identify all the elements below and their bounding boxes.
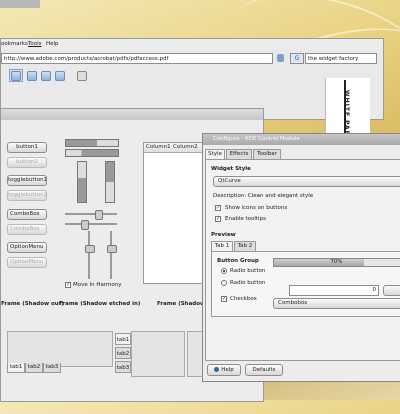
help-icon	[214, 367, 220, 372]
preview-tab-2[interactable]: Tab 2	[234, 241, 256, 251]
vslider-2-handle[interactable]	[107, 245, 117, 253]
vprogress-2	[105, 161, 115, 203]
preview-button[interactable]	[383, 285, 400, 296]
kde-window-title: Configure - KDE Control Module	[213, 136, 300, 142]
spin-box[interactable]: 0	[289, 285, 379, 296]
tab3-vertical[interactable]: tab3	[115, 361, 131, 373]
go-icon[interactable]	[277, 54, 284, 62]
taskbar-corner	[0, 0, 40, 8]
zoom-fit-icon[interactable]	[55, 71, 65, 81]
widget-style-combobox[interactable]: QtCurve	[213, 176, 400, 187]
tab-style[interactable]: Style	[205, 149, 225, 159]
preview-tab-1[interactable]: Tab 1	[211, 241, 233, 251]
kde-titlebar: Configure - KDE Control Module	[203, 134, 400, 145]
tree-view[interactable]: Column1 Column2	[143, 142, 209, 284]
zoom-in-icon[interactable]	[27, 71, 37, 81]
combobox-2[interactable]: ComboBox	[7, 224, 47, 235]
tab-toolbar[interactable]: Toolbar	[253, 149, 281, 159]
tab-widget-bottom	[7, 331, 113, 367]
tab-widget-right	[187, 331, 203, 377]
zoom-out-icon[interactable]	[41, 71, 51, 81]
preview-combobox[interactable]: Combobox	[273, 298, 400, 309]
help-button[interactable]: Help	[207, 364, 241, 376]
preview-heading: Preview	[211, 232, 236, 238]
radio-button-2-label: Radio button	[230, 280, 266, 286]
radio-button-2[interactable]	[221, 280, 227, 286]
tab2-bottom[interactable]: tab2	[25, 363, 43, 373]
hslider-1[interactable]	[65, 213, 117, 215]
preview-checkbox-label: Checkbox	[230, 296, 257, 302]
hslider-2[interactable]	[65, 223, 117, 225]
radio-button-1[interactable]	[221, 268, 227, 274]
tab-widget-vertical	[131, 331, 185, 377]
column2-header[interactable]: Column2	[173, 143, 198, 151]
enable-tooltips-checkbox[interactable]: ✓	[215, 216, 221, 222]
tab1-bottom[interactable]: tab1	[7, 363, 25, 373]
preview-checkbox[interactable]: ✓	[221, 296, 227, 302]
vprogress-1	[77, 161, 87, 203]
vslider-1-handle[interactable]	[85, 245, 95, 253]
tab2-vertical[interactable]: tab2	[115, 347, 131, 359]
togglebutton1[interactable]: togglebutton1	[7, 175, 47, 186]
print-icon[interactable]	[77, 71, 87, 81]
progress-bar-fill	[274, 259, 364, 266]
widget-style-heading: Widget Style	[211, 166, 251, 172]
hslider-1-handle[interactable]	[95, 210, 103, 220]
progress-bar: 70%	[273, 258, 400, 267]
frame-shadow-etched-in-label: Frame (Shadow etched in)	[59, 301, 141, 307]
vslider-1[interactable]	[88, 231, 90, 279]
progress-label: 70%	[330, 259, 343, 265]
enable-tooltips-label: Enable tooltips	[225, 216, 266, 222]
url-field[interactable]: http://www.adobe.com/products/acrobat/pd…	[1, 53, 273, 64]
tab1-vertical[interactable]: tab1	[115, 333, 131, 345]
tree-header: Column1 Column2	[144, 143, 208, 153]
tab-effects[interactable]: Effects	[226, 149, 252, 159]
frame-shadow-out-label: Frame (Shadow out)	[1, 301, 64, 307]
tab3-bottom[interactable]: tab3	[43, 363, 61, 373]
column1-header[interactable]: Column1	[146, 143, 171, 151]
menu-help[interactable]: Help	[46, 40, 59, 48]
menu-tools[interactable]: Tools	[28, 40, 42, 48]
button2[interactable]: button2	[7, 157, 47, 168]
zoom-icon	[11, 71, 21, 81]
browser-menubar: ookmarks Tools Help	[1, 39, 383, 49]
hscale-2[interactable]	[65, 149, 119, 157]
vslider-2[interactable]	[110, 231, 112, 279]
show-icons-checkbox[interactable]: ✓	[215, 205, 221, 211]
button1[interactable]: button1	[7, 142, 47, 153]
move-in-harmony-label: Move In Harmony	[73, 282, 122, 288]
style-description: Description: Clean and elegant style	[213, 193, 314, 199]
radio-button-1-label: Radio button	[230, 268, 266, 274]
search-engine-icon[interactable]: G	[290, 53, 304, 64]
togglebutton2[interactable]: togglebutton2	[7, 190, 47, 201]
kde-control-window: Configure - KDE Control Module Style Eff…	[202, 133, 400, 382]
hslider-2-handle[interactable]	[81, 220, 89, 230]
move-in-harmony-checkbox[interactable]: ✓	[65, 282, 71, 288]
optionmenu-1[interactable]: OptionMenu	[7, 242, 47, 253]
menu-bookmarks[interactable]: ookmarks	[1, 40, 28, 48]
widget-factory-titlebar	[1, 109, 263, 120]
show-icons-label: Show icons on buttons	[225, 205, 288, 211]
hscale-1[interactable]	[65, 139, 119, 147]
button-group-heading: Button Group	[217, 258, 259, 264]
combobox-1[interactable]: ComboBox	[7, 209, 47, 220]
optionmenu-2[interactable]: OptionMenu	[7, 257, 47, 268]
defaults-button[interactable]: Defaults	[245, 364, 283, 376]
search-field[interactable]: the widget factory	[305, 53, 377, 64]
help-label: Help	[221, 367, 234, 373]
